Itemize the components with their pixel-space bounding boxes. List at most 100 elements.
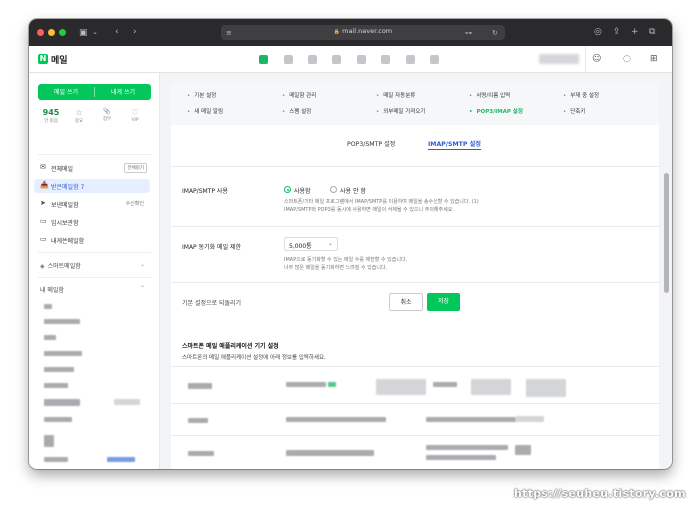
forward-icon[interactable]: › bbox=[133, 27, 137, 37]
nav-new-mail-alert[interactable]: 새 메일 알림 bbox=[187, 107, 223, 115]
my-mailbox-section[interactable]: 내 메일함 ⌃ bbox=[40, 285, 145, 294]
nav-mailbox-manage[interactable]: 메일함 관리 bbox=[282, 91, 316, 99]
imap-on-label[interactable]: 사용함 bbox=[294, 186, 311, 195]
nav-external-mail[interactable]: 외부메일 가져오기 bbox=[376, 107, 425, 115]
mail-app-icon[interactable] bbox=[259, 55, 268, 64]
attachment-filter[interactable]: 📎 첨부 bbox=[94, 108, 120, 122]
divider bbox=[171, 226, 659, 227]
app-title[interactable]: 메일 bbox=[51, 53, 68, 66]
smart-mailbox-section[interactable]: ◈ 스마트메일함 ⌄ bbox=[40, 261, 145, 270]
chevron-down-icon: ⌄ bbox=[140, 261, 146, 268]
private-folder[interactable] bbox=[44, 304, 52, 309]
url-value: mail.naver.com bbox=[342, 27, 393, 35]
unread-count: 945 bbox=[42, 108, 60, 117]
write-to-me-button[interactable]: 내게 쓰기 bbox=[95, 87, 151, 96]
nav-shortcuts[interactable]: 단축키 bbox=[563, 107, 585, 115]
sidebar-item-drafts[interactable]: ▭ 임시보관함 bbox=[34, 215, 150, 229]
imap-description: 스마트폰/기타 메일 프로그램에서 IMAP/SMTP를 이용하여 메일을 송수… bbox=[284, 199, 479, 205]
app-config-title: 스마트폰 메일 애플리케이션 기기 설정 bbox=[182, 343, 279, 350]
vip-filter[interactable]: ♡ VIP bbox=[122, 108, 148, 123]
divider bbox=[38, 252, 151, 253]
config-value bbox=[471, 379, 511, 395]
extension-icon[interactable]: ⊶ bbox=[465, 28, 472, 38]
notification-icon[interactable]: ◌ bbox=[623, 54, 631, 64]
private-folder[interactable] bbox=[44, 435, 54, 447]
imap-limit-select[interactable]: 5,000통 ⌄ bbox=[284, 237, 338, 251]
config-key bbox=[188, 418, 208, 423]
share-icon[interactable]: ⇪ bbox=[613, 27, 621, 37]
nav-absence[interactable]: 부재 중 설정 bbox=[563, 91, 599, 99]
sidebar-item-label: 보낸메일함 bbox=[51, 202, 79, 209]
imap-off-label[interactable]: 사용 안 함 bbox=[340, 186, 366, 195]
new-tab-icon[interactable]: + bbox=[631, 27, 639, 37]
imap-on-radio[interactable] bbox=[284, 186, 291, 193]
watermark: https://seuheu.tistory.com bbox=[514, 487, 686, 500]
imap-limit-note: 너무 많은 메일을 동기화하면 느려질 수 있습니다. bbox=[284, 265, 388, 271]
sidebar-item-to-me[interactable]: ▭ 내게쓴메일함 bbox=[34, 233, 150, 247]
zoom-window-button[interactable] bbox=[59, 29, 66, 36]
scrollbar[interactable] bbox=[664, 173, 669, 293]
imap-off-radio[interactable] bbox=[330, 186, 337, 193]
nav-pop3-imap[interactable]: POP3/IMAP 설정 bbox=[469, 107, 523, 115]
attachment-icon: 📎 bbox=[103, 108, 111, 115]
config-value bbox=[376, 379, 426, 395]
divider bbox=[171, 366, 659, 367]
nav-basic-settings[interactable]: 기본 설정 bbox=[187, 91, 216, 99]
sidebar-item-inbox[interactable]: 📥 받은메일함 7 bbox=[34, 179, 150, 193]
private-folder[interactable] bbox=[44, 367, 74, 372]
reload-icon[interactable]: ↻ bbox=[492, 28, 498, 38]
write-buttons: 메일 쓰기 내게 쓰기 bbox=[38, 84, 151, 100]
divider bbox=[585, 46, 586, 73]
app-grid-icon[interactable]: ⊞ bbox=[650, 54, 658, 64]
sidebar-item-sent[interactable]: ➤ 보낸메일함 수신확인 bbox=[34, 197, 150, 211]
nav-signature[interactable]: 서명/이름 입력 bbox=[469, 91, 510, 99]
smart-mailbox-label: 스마트메일함 bbox=[47, 263, 81, 270]
private-folder[interactable] bbox=[44, 457, 68, 462]
chevron-down-icon[interactable]: ⌄ bbox=[92, 27, 98, 37]
sidebar-item-label: 받은메일함 7 bbox=[51, 184, 85, 191]
private-folder[interactable] bbox=[44, 383, 68, 388]
unread-counter[interactable]: 945 안 읽음 bbox=[38, 108, 64, 124]
tab-imap-smtp[interactable]: IMAP/SMTP 설정 bbox=[428, 139, 481, 150]
private-folder[interactable] bbox=[114, 399, 140, 405]
private-folder[interactable] bbox=[107, 457, 135, 462]
divider bbox=[38, 277, 151, 278]
private-folder[interactable] bbox=[44, 319, 80, 324]
back-icon[interactable]: ‹ bbox=[115, 27, 119, 37]
office-app-icon[interactable] bbox=[406, 55, 415, 64]
close-window-button[interactable] bbox=[37, 29, 44, 36]
naver-logo[interactable]: N bbox=[38, 54, 48, 64]
private-folder[interactable] bbox=[44, 351, 82, 356]
more-app-icon[interactable] bbox=[430, 55, 439, 64]
minimize-window-button[interactable] bbox=[48, 29, 55, 36]
sidebar: 메일 쓰기 내게 쓰기 945 안 읽음 ☆ 중요 📎 첨부 ♡ VIP ✉ 전… bbox=[29, 73, 160, 469]
private-folder[interactable] bbox=[44, 335, 56, 340]
shield-icon[interactable]: ◎ bbox=[594, 27, 602, 37]
nav-auto-sort[interactable]: 메일 자동분류 bbox=[376, 91, 415, 99]
reset-defaults-label[interactable]: 기본 설정으로 되돌리기 bbox=[182, 298, 241, 307]
save-button[interactable]: 저장 bbox=[427, 293, 460, 311]
memo-app-icon[interactable] bbox=[381, 55, 390, 64]
important-filter[interactable]: ☆ 중요 bbox=[66, 108, 92, 124]
address-bar[interactable]: ≡ 🔒 mail.naver.com ⊶ ↻ bbox=[221, 25, 505, 40]
private-folder[interactable] bbox=[44, 417, 72, 422]
sidebar-toggle-icon[interactable]: ▣ bbox=[79, 28, 88, 38]
read-all-button[interactable]: 전체읽기 bbox=[124, 163, 147, 173]
photo-app-icon[interactable] bbox=[308, 55, 317, 64]
user-profile[interactable] bbox=[539, 54, 579, 64]
nav-spam-settings[interactable]: 스팸 설정 bbox=[282, 107, 311, 115]
talk-icon[interactable]: ☺ bbox=[592, 54, 601, 64]
mybox-app-icon[interactable] bbox=[357, 55, 366, 64]
private-folder[interactable] bbox=[44, 399, 80, 406]
config-value bbox=[286, 382, 326, 387]
settings-content: 기본 설정 새 메일 알림 메일함 관리 스팸 설정 메일 자동분류 외부메일 … bbox=[160, 73, 672, 469]
calendar-app-icon[interactable] bbox=[284, 55, 293, 64]
tabs-overview-icon[interactable]: ⧉ bbox=[649, 27, 655, 37]
tab-pop3-smtp[interactable]: POP3/SMTP 설정 bbox=[347, 139, 395, 148]
write-mail-button[interactable]: 메일 쓰기 bbox=[38, 87, 94, 96]
imap-limit-label: IMAP 동기화 메일 제한 bbox=[182, 244, 242, 251]
cancel-button[interactable]: 취소 bbox=[389, 293, 423, 311]
read-receipt-link[interactable]: 수신확인 bbox=[126, 200, 144, 207]
sidebar-item-all-mail[interactable]: ✉ 전체메일 전체읽기 bbox=[34, 161, 150, 175]
contacts-app-icon[interactable] bbox=[332, 55, 341, 64]
